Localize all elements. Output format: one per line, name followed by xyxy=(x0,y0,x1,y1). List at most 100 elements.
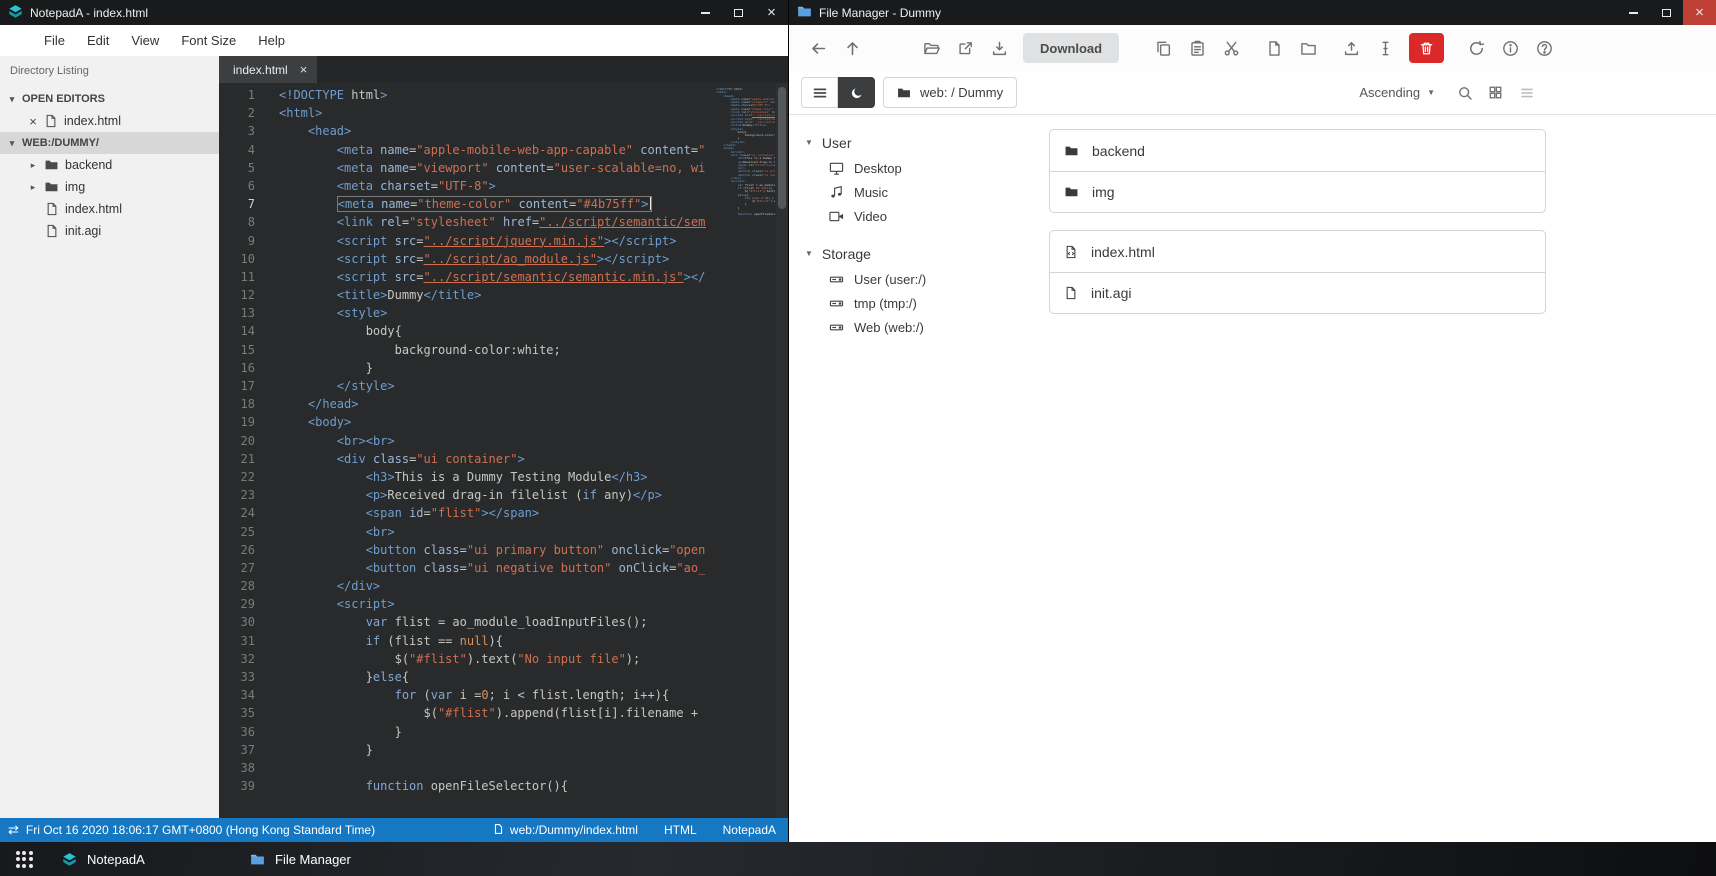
code-line[interactable]: $("#flist").append(flist[i].filename + "… xyxy=(279,704,706,722)
dark-mode-toggle-button[interactable] xyxy=(838,77,875,108)
info-button[interactable] xyxy=(1495,32,1526,64)
code-line[interactable]: }else{ xyxy=(279,668,706,686)
code-line[interactable]: body{ xyxy=(279,322,706,340)
file-row-init-agi[interactable]: init.agi xyxy=(1050,272,1545,313)
menu-edit[interactable]: Edit xyxy=(77,29,119,52)
sidebar-section-user[interactable]: ▼ User xyxy=(805,129,1019,156)
new-folder-button[interactable] xyxy=(1293,32,1324,64)
code-line[interactable]: } xyxy=(279,741,706,759)
save-to-device-button[interactable] xyxy=(984,32,1015,64)
code-line[interactable]: } xyxy=(279,723,706,741)
close-icon[interactable]: × xyxy=(28,114,38,129)
sidebar-item-user-user[interactable]: User (user:/) xyxy=(805,267,1019,291)
help-button[interactable] xyxy=(1529,32,1560,64)
list-view-button[interactable] xyxy=(1511,77,1542,109)
download-button[interactable]: Download xyxy=(1023,33,1120,63)
code-line[interactable]: <button class="ui primary button" onclic… xyxy=(279,541,706,559)
file-row-img[interactable]: img xyxy=(1050,171,1545,212)
code-line[interactable]: <p>Received drag-in filelist (if any)</p… xyxy=(279,486,706,504)
code-line[interactable]: <script src="../script/ao_module.js"></s… xyxy=(279,250,706,268)
code-line[interactable]: <br><br> xyxy=(279,432,706,450)
paste-button[interactable] xyxy=(1182,32,1213,64)
file-row-backend[interactable]: backend xyxy=(1050,130,1545,171)
cut-button[interactable] xyxy=(1216,32,1247,64)
code-line[interactable]: <style> xyxy=(279,304,706,322)
minimize-button[interactable] xyxy=(689,0,722,25)
code-line[interactable]: if (flist == null){ xyxy=(279,632,706,650)
menu-font-size[interactable]: Font Size xyxy=(171,29,246,52)
code-line[interactable]: <link rel="stylesheet" href="../script/s… xyxy=(279,213,706,231)
code-line[interactable]: } xyxy=(279,359,706,377)
taskbar-item-notepada[interactable]: NotepadA xyxy=(48,842,236,876)
maximize-button[interactable] xyxy=(722,0,755,25)
code-line[interactable]: var flist = ao_module_loadInputFiles(); xyxy=(279,613,706,631)
menu-help[interactable]: Help xyxy=(248,29,295,52)
tree-item-img[interactable]: ▸ img xyxy=(0,176,219,198)
code-line[interactable]: <meta name="theme-color" content="#4b75f… xyxy=(279,195,706,213)
code-line[interactable]: for (var i =0; i < flist.length; i++){ xyxy=(279,686,706,704)
code-line[interactable]: <!DOCTYPE html> xyxy=(279,86,706,104)
open-editor-item-index-html[interactable]: × index.html xyxy=(0,110,219,132)
code-line[interactable]: <script src="../script/semantic/semantic… xyxy=(279,268,706,286)
refresh-button[interactable] xyxy=(1461,32,1492,64)
code-line[interactable]: <button class="ui negative button" onCli… xyxy=(279,559,706,577)
close-button[interactable]: × xyxy=(755,0,788,25)
open-folder-button[interactable] xyxy=(916,32,947,64)
search-button[interactable] xyxy=(1449,77,1480,109)
code-line[interactable]: <span id="flist"></span> xyxy=(279,504,706,522)
tab-index-html[interactable]: index.html × xyxy=(219,56,318,83)
taskbar-item-file-manager[interactable]: File Manager xyxy=(236,842,424,876)
new-file-button[interactable] xyxy=(1259,32,1290,64)
sidebar-item-video[interactable]: Video xyxy=(805,204,1019,228)
sidebar-item-music[interactable]: Music xyxy=(805,180,1019,204)
apps-menu-button[interactable] xyxy=(0,842,48,876)
close-button[interactable]: × xyxy=(1683,0,1716,25)
minimize-button[interactable] xyxy=(1617,0,1650,25)
code-line[interactable]: <head> xyxy=(279,122,706,140)
menu-toggle-button[interactable] xyxy=(801,77,838,108)
code-line[interactable]: </head> xyxy=(279,395,706,413)
statusbar-file-path[interactable]: web:/Dummy/index.html xyxy=(493,823,638,838)
code-line[interactable]: <html> xyxy=(279,104,706,122)
grid-view-button[interactable] xyxy=(1480,77,1511,109)
code-line[interactable]: <meta charset="UTF-8"> xyxy=(279,177,706,195)
file-row-index-html[interactable]: index.html xyxy=(1050,231,1545,272)
tree-section-open-editors[interactable]: ▾ OPEN EDITORS xyxy=(0,88,219,110)
upload-button[interactable] xyxy=(1336,32,1367,64)
sidebar-item-web-web[interactable]: Web (web:/) xyxy=(805,315,1019,339)
menu-view[interactable]: View xyxy=(121,29,169,52)
code-line[interactable] xyxy=(279,759,706,777)
sidebar-item-tmp-tmp[interactable]: tmp (tmp:/) xyxy=(805,291,1019,315)
back-button[interactable] xyxy=(803,32,834,64)
tab-close-icon[interactable]: × xyxy=(300,62,308,77)
editor-scrollbar[interactable] xyxy=(776,83,788,818)
scrollbar-thumb[interactable] xyxy=(778,87,786,209)
tree-item-init-agi[interactable]: init.agi xyxy=(0,220,219,242)
code-line[interactable]: </style> xyxy=(279,377,706,395)
code-line[interactable]: <br> xyxy=(279,523,706,541)
code-editor[interactable]: 1 2 3 4 5 6 7 8 9 10 11 12 13 14 15 16 17 18 19 20 21 22 23 24 2… xyxy=(219,83,788,818)
code-line[interactable]: <h3>This is a Dummy Testing Module</h3> xyxy=(279,468,706,486)
code-line[interactable]: <div class="ui container"> xyxy=(279,450,706,468)
copy-button[interactable] xyxy=(1148,32,1179,64)
statusbar-syntax-mode[interactable]: HTML xyxy=(664,823,697,837)
sidebar-item-desktop[interactable]: Desktop xyxy=(805,156,1019,180)
code-line[interactable]: <title>Dummy</title> xyxy=(279,286,706,304)
menu-file[interactable]: File xyxy=(34,29,75,52)
delete-button[interactable] xyxy=(1409,33,1445,63)
code-line[interactable]: background-color:white; xyxy=(279,341,706,359)
tree-item-backend[interactable]: ▸ backend xyxy=(0,154,219,176)
tree-section-web-dummy[interactable]: ▾ WEB:/DUMMY/ xyxy=(0,132,219,154)
code-line[interactable]: <script src="../script/jquery.min.js"></… xyxy=(279,232,706,250)
path-bar[interactable]: web: / Dummy xyxy=(883,77,1018,108)
up-button[interactable] xyxy=(837,32,868,64)
tree-item-index-html[interactable]: index.html xyxy=(0,198,219,220)
minimap[interactable]: <!DOCTYPE html> <html> <head> <meta name=… xyxy=(714,86,775,217)
code-line[interactable]: <meta name="apple-mobile-web-app-capable… xyxy=(279,141,706,159)
open-in-new-window-button[interactable] xyxy=(950,32,981,64)
sidebar-section-storage[interactable]: ▼ Storage xyxy=(805,240,1019,267)
code-line[interactable]: </div> xyxy=(279,577,706,595)
code-content[interactable]: <!DOCTYPE html> <html> <head> <meta name=… xyxy=(269,83,706,818)
sort-order-dropdown[interactable]: Ascending ▼ xyxy=(1359,85,1435,100)
maximize-button[interactable] xyxy=(1650,0,1683,25)
